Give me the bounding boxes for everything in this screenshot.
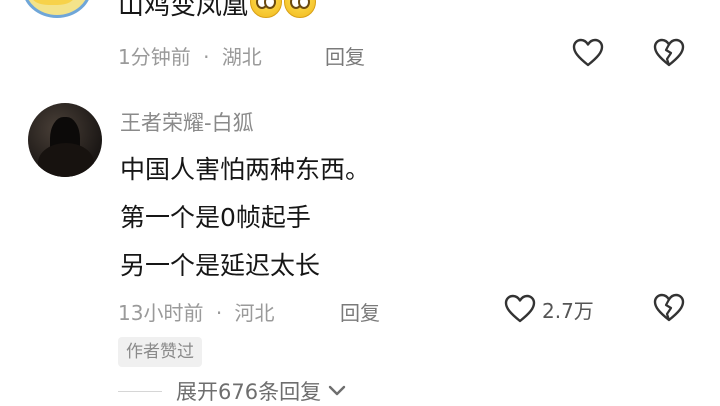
author-liked-badge: 作者赞过: [118, 337, 202, 367]
avatar[interactable]: [22, 0, 92, 18]
avatar[interactable]: [28, 103, 102, 177]
username[interactable]: 王者荣耀-白狐: [120, 107, 254, 137]
dislike-button[interactable]: [651, 291, 687, 325]
meta-separator: ·: [203, 45, 210, 69]
comment-time: 1分钟前: [118, 45, 191, 69]
heart-outline-icon: [572, 38, 604, 67]
comment-location: 河北: [234, 301, 275, 325]
like-button[interactable]: [570, 36, 606, 70]
flushed-face-emoji: [284, 0, 317, 18]
like-count: 2.7万: [542, 298, 594, 323]
dislike-button[interactable]: [651, 36, 687, 70]
comment-text-content: 山鸡变凤凰: [118, 0, 249, 21]
flushed-face-emoji: [250, 0, 283, 18]
chevron-down-icon: [328, 385, 346, 396]
divider: [118, 391, 162, 392]
heart-outline-icon: [504, 294, 536, 323]
comment-time: 13小时前: [118, 301, 204, 325]
comment-line: 第一个是0帧起手: [120, 203, 311, 232]
like-button[interactable]: 2.7万: [504, 291, 594, 327]
comment-text: 山鸡变凤凰: [118, 0, 317, 23]
expand-replies-label: 展开676条回复: [176, 380, 322, 404]
comment-meta: 1分钟前 · 湖北: [118, 41, 262, 70]
broken-heart-icon: [653, 293, 685, 322]
meta-separator: ·: [215, 301, 223, 325]
reply-button[interactable]: 回复: [340, 297, 380, 326]
comment-line: 中国人害怕两种东西。: [120, 155, 371, 184]
expand-replies-button[interactable]: 展开676条回复: [176, 376, 347, 406]
broken-heart-icon: [653, 38, 685, 67]
reply-button[interactable]: 回复: [325, 41, 365, 70]
comment-line: 另一个是延迟太长: [120, 251, 321, 280]
comment-location: 湖北: [221, 45, 262, 69]
comment-meta: 13小时前 · 河北: [118, 297, 275, 326]
